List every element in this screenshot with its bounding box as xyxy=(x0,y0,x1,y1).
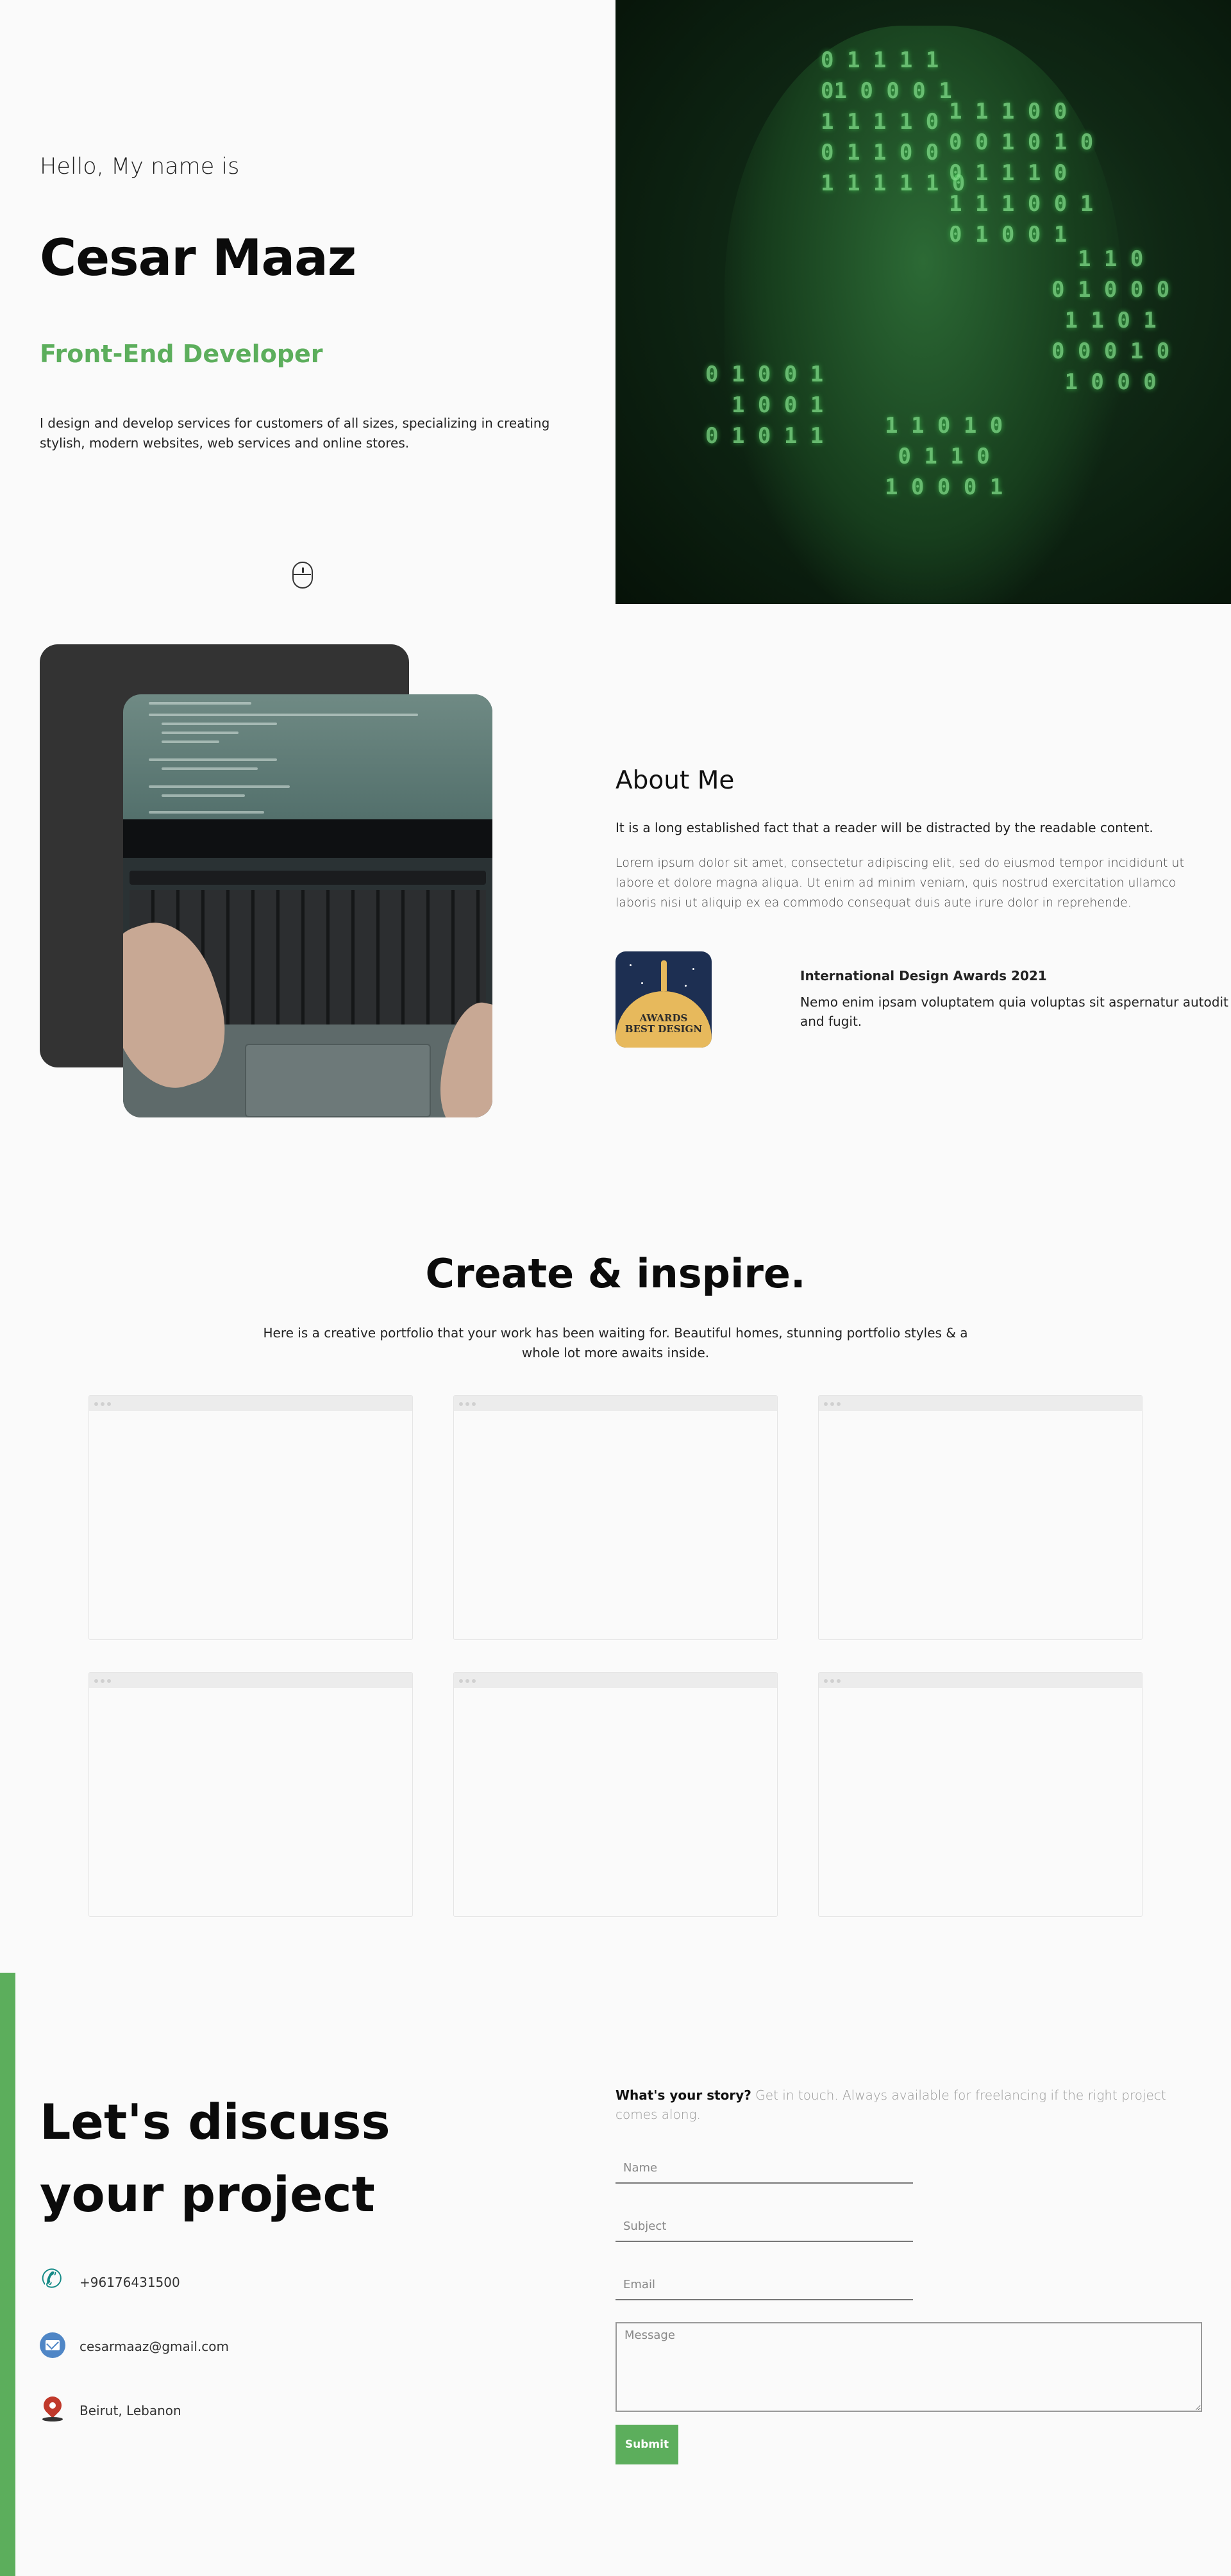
portfolio-card[interactable] xyxy=(88,1672,413,1917)
badge-line-2: BEST DESIGN xyxy=(624,1023,703,1035)
name-input[interactable] xyxy=(616,2153,913,2184)
scroll-mouse-icon[interactable] xyxy=(292,562,313,589)
hero-role: Front-End Developer xyxy=(40,340,323,368)
laptop-touchbar xyxy=(130,871,486,885)
laptop-photo xyxy=(123,694,492,1117)
browser-bar xyxy=(819,1673,1142,1688)
email-input[interactable] xyxy=(616,2270,913,2300)
browser-bar xyxy=(819,1396,1142,1411)
badge-text: AWARDS BEST DESIGN xyxy=(616,1013,712,1035)
hero-name: Cesar Maaz xyxy=(40,230,356,287)
award-badge-image: AWARDS BEST DESIGN xyxy=(616,951,712,1048)
hero-image: 0 1 1 1 1 01 0 0 0 1 1 1 1 1 0 0 1 1 0 0… xyxy=(616,0,1231,604)
email-address[interactable]: cesarmaaz@gmail.com xyxy=(80,2339,229,2354)
laptop-screen xyxy=(123,694,492,819)
story-bold: What's your story? xyxy=(616,2087,751,2103)
award-description: Nemo enim ipsam voluptatem quia voluptas… xyxy=(800,994,1228,1029)
badge-line-1: AWARDS xyxy=(639,1012,688,1024)
laptop-trackpad xyxy=(245,1044,431,1117)
contact-heading: Let's discuss your project xyxy=(40,2093,390,2223)
browser-bar xyxy=(454,1396,777,1411)
portfolio-card[interactable] xyxy=(88,1395,413,1640)
portfolio-card[interactable] xyxy=(818,1672,1143,1917)
about-lead: It is a long established fact that a rea… xyxy=(616,820,1153,835)
story-intro: What's your story? Get in touch. Always … xyxy=(616,2086,1205,2124)
mail-icon xyxy=(40,2332,65,2358)
accent-bar xyxy=(0,1973,15,2576)
binary-code-overlay: 0 1 1 1 1 01 0 0 0 1 1 1 1 1 0 0 1 1 0 0… xyxy=(821,47,966,196)
portfolio-card[interactable] xyxy=(453,1672,778,1917)
about-title: About Me xyxy=(616,766,735,795)
laptop-bezel xyxy=(123,819,492,858)
hero-intro-text: I design and develop services for custom… xyxy=(40,415,550,451)
binary-code-overlay: 0 1 0 0 1 1 0 0 1 0 1 0 1 1 xyxy=(705,362,824,449)
binary-code-overlay: 1 1 0 0 1 0 0 0 1 1 0 1 0 0 0 1 0 1 0 0 … xyxy=(1051,246,1170,395)
hero-section: Hello, My name is Cesar Maaz Front-End D… xyxy=(0,0,1231,604)
browser-bar xyxy=(89,1396,412,1411)
binary-code-overlay: 1 1 1 0 0 0 0 1 0 1 0 0 1 1 1 0 1 1 1 0 … xyxy=(949,99,1094,247)
award-title: International Design Awards 2021 xyxy=(800,968,1047,983)
phone-number[interactable]: +96176431500 xyxy=(80,2275,180,2290)
hero-intro: Hello, My name is Cesar Maaz Front-End D… xyxy=(0,0,616,604)
portfolio-card[interactable] xyxy=(818,1395,1143,1640)
portfolio-card[interactable] xyxy=(453,1395,778,1640)
browser-bar xyxy=(454,1673,777,1688)
trophy-icon xyxy=(661,960,667,991)
portfolio-subtitle: Here is a creative portfolio that your w… xyxy=(263,1325,968,1360)
subject-input[interactable] xyxy=(616,2211,913,2242)
phone-icon xyxy=(40,2264,65,2294)
submit-button[interactable]: Submit xyxy=(616,2425,678,2464)
location-pin-icon xyxy=(40,2396,65,2422)
location-text: Beirut, Lebanon xyxy=(80,2403,181,2418)
about-body: Lorem ipsum dolor sit amet, consectetur … xyxy=(616,856,1184,910)
binary-code-overlay: 1 1 0 1 0 0 1 1 0 1 0 0 0 1 xyxy=(885,413,1003,500)
portfolio-title: Create & inspire. xyxy=(425,1250,806,1297)
hero-greeting: Hello, My name is xyxy=(40,154,240,180)
message-textarea[interactable] xyxy=(616,2322,1202,2412)
browser-bar xyxy=(89,1673,412,1688)
